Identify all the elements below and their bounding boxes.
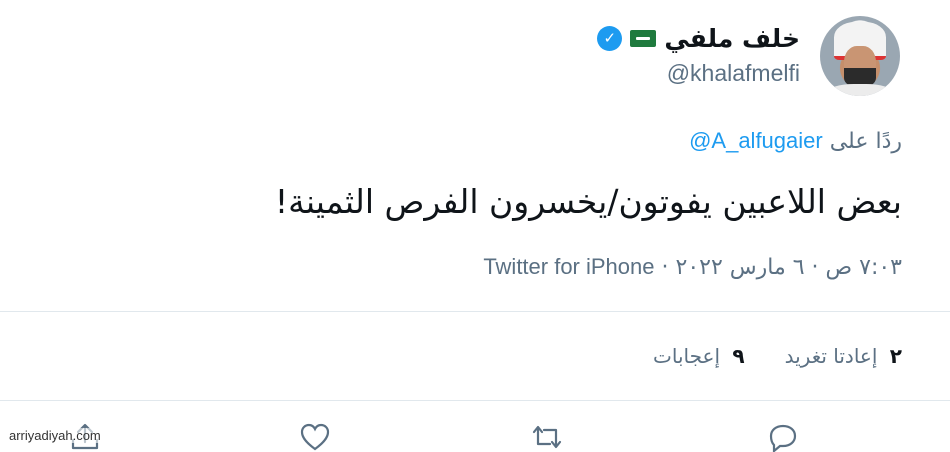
divider: [0, 400, 950, 401]
tweet-client[interactable]: Twitter for iPhone: [483, 254, 654, 279]
likes-label: إعجابات: [653, 344, 721, 368]
reply-prefix: ردًا على: [829, 129, 902, 154]
retweet-icon[interactable]: [530, 422, 564, 452]
author-name[interactable]: خلف ملفي: [664, 24, 800, 53]
likes-count: ٩: [732, 344, 745, 368]
reply-mention-link[interactable]: @A_alfugaier: [689, 128, 823, 153]
reply-context: ردًا على @A_alfugaier: [689, 128, 902, 154]
avatar[interactable]: [820, 16, 900, 96]
saudi-flag-icon: [630, 29, 657, 47]
likes-stat[interactable]: ٩ إعجابات: [653, 344, 745, 368]
retweets-count: ٢: [889, 344, 902, 368]
like-icon[interactable]: [298, 422, 332, 452]
retweets-label: إعادتا تغريد: [784, 344, 878, 368]
reply-icon[interactable]: [766, 422, 800, 452]
divider: [0, 311, 950, 312]
action-bar: [0, 416, 950, 452]
author-name-row[interactable]: خلف ملفي ✓: [597, 22, 800, 54]
watermark: arriyadiyah.com: [6, 428, 104, 443]
avatar-body: [828, 84, 892, 96]
verified-badge-icon: ✓: [597, 25, 623, 51]
tweet-timestamp[interactable]: ٧:٠٣ ص · ٦ مارس ٢٠٢٢: [676, 255, 903, 280]
tweet-card: خلف ملفي ✓ @khalafmelfi ردًا على @A_alfu…: [0, 0, 950, 452]
meta-separator: ·: [661, 255, 669, 280]
tweet-meta: ٧:٠٣ ص · ٦ مارس ٢٠٢٢ · Twitter for iPhon…: [483, 254, 902, 280]
tweet-text: بعض اللاعبين يفوتون/يخسرون الفرص الثمينة…: [274, 182, 902, 221]
author-handle[interactable]: @khalafmelfi: [667, 60, 800, 87]
retweets-stat[interactable]: ٢ إعادتا تغريد: [785, 344, 902, 368]
tweet-stats: ٢ إعادتا تغريد ٩ إعجابات: [653, 344, 902, 368]
